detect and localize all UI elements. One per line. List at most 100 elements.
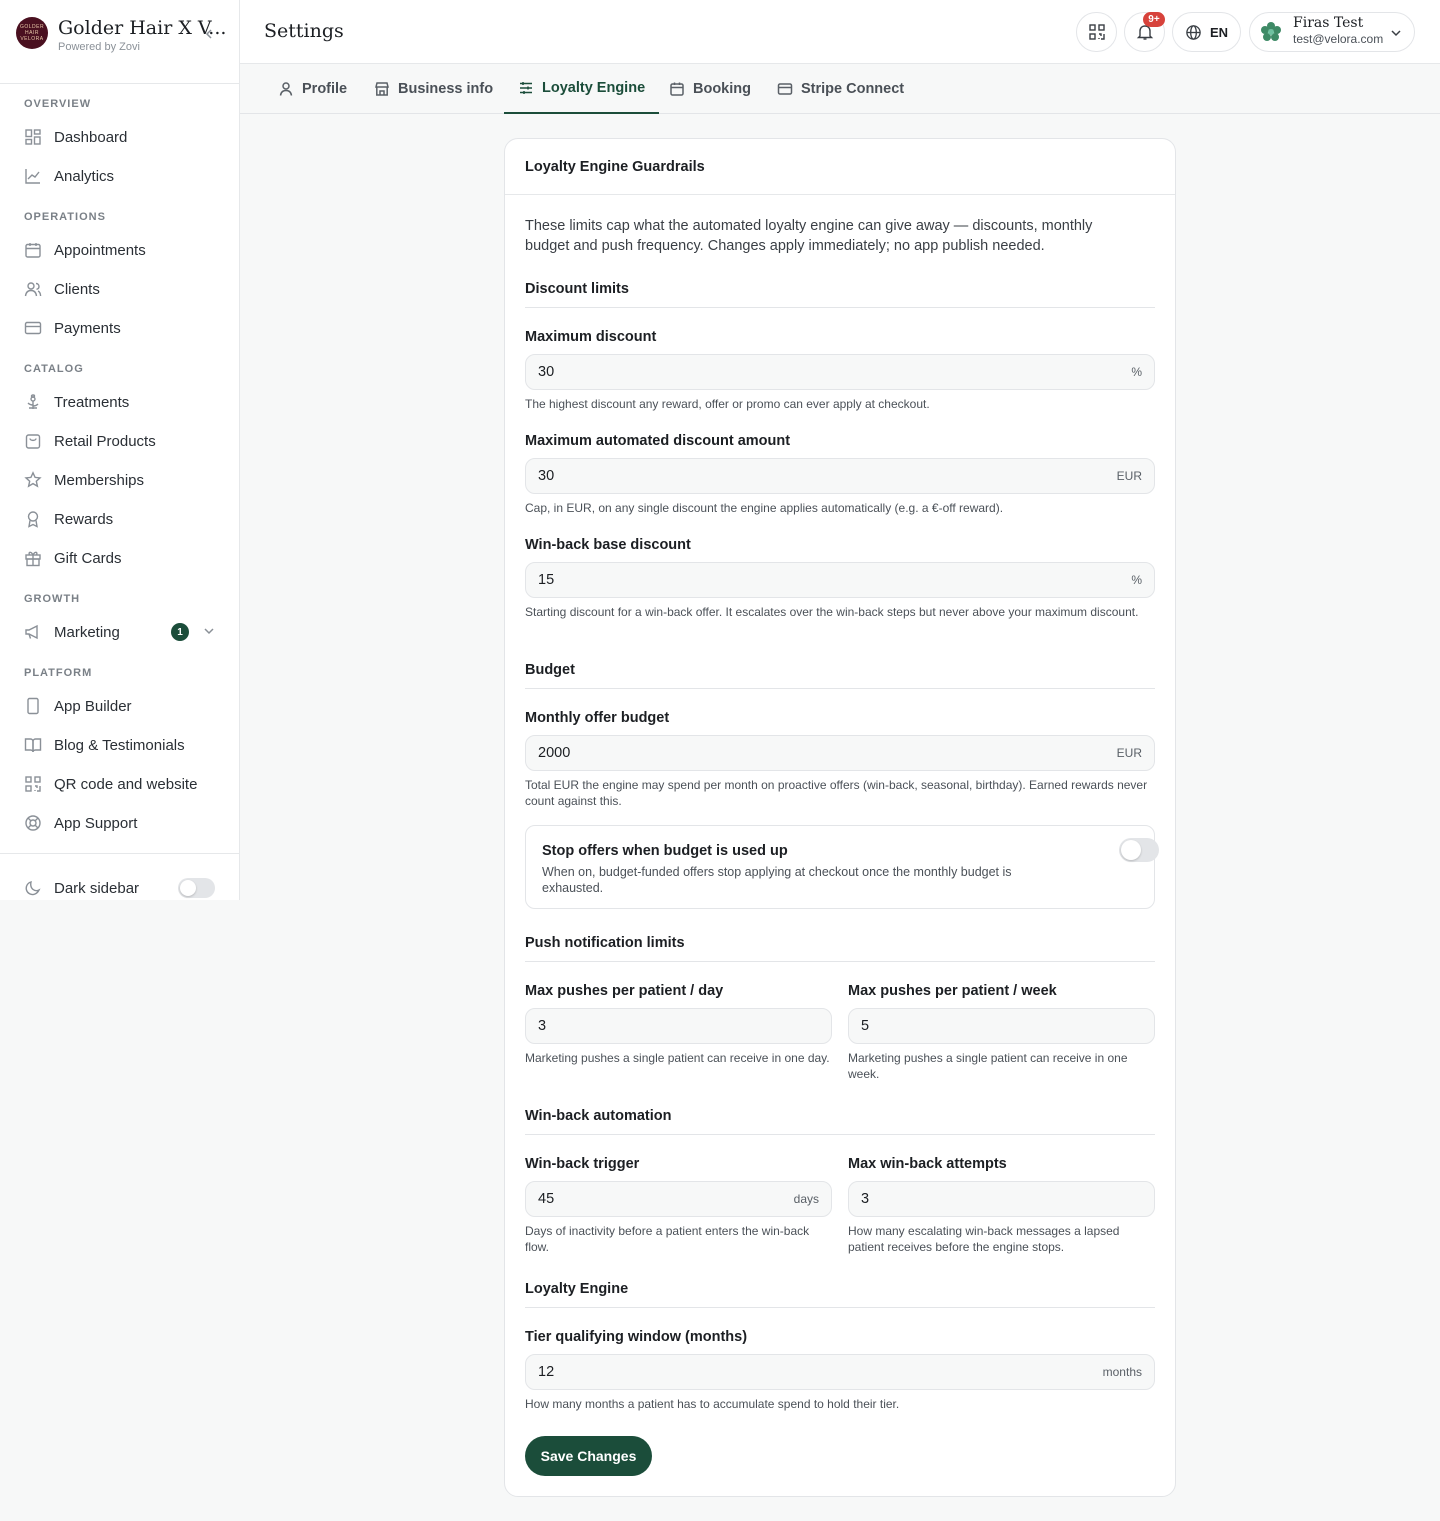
months-suffix: months [1102,1365,1142,1379]
tab-business-info[interactable]: Business info [374,64,493,114]
language-button[interactable]: EN [1172,12,1241,52]
page-title: Settings [264,20,344,42]
stop-offers-toggle[interactable] [1119,838,1159,862]
book-open-icon [24,738,42,753]
section-divider [525,961,1155,962]
section-platform: PLATFORM [24,667,93,679]
user-icon [279,82,293,96]
sidebar-item-rewards[interactable]: Rewards [24,504,224,534]
sidebar-item-appointments[interactable]: Appointments [24,235,224,265]
sidebar-item-app-support[interactable]: App Support [24,808,224,838]
tab-loyalty-engine[interactable]: Loyalty Engine [504,64,660,114]
stop-offers-setting: Stop offers when budget is used up When … [525,825,1159,909]
sidebar-item-treatments[interactable]: Treatments [24,387,224,417]
stop-offers-help: When on, budget-funded offers stop apply… [542,865,1012,895]
sidebar-item-gift-cards[interactable]: Gift Cards [24,543,224,573]
chevron-down-icon [1391,30,1401,37]
pushes-per-day-help: Marketing pushes a single patient can re… [525,1051,830,1065]
user-email: test@velora.com [1293,32,1384,46]
percent-suffix: % [1131,573,1142,587]
monthly-budget-label: Monthly offer budget [525,710,670,726]
shopping-bag-icon [25,434,41,449]
percent-suffix: % [1131,365,1142,379]
tab-stripe-connect[interactable]: Stripe Connect [777,64,904,114]
notification-count-badge: 9+ [1143,12,1165,27]
brand-subtitle: Powered by Zovi [58,41,140,53]
sidebar-item-memberships[interactable]: Memberships [24,465,224,495]
section-divider [525,688,1155,689]
sidebar-divider [0,853,239,854]
tier-window-help: How many months a patient has to accumul… [525,1397,900,1411]
pushes-per-week-input[interactable]: 5 [848,1008,1155,1044]
dark-sidebar-toggle[interactable] [178,878,215,898]
eur-suffix: EUR [1116,746,1142,760]
max-auto-discount-input[interactable]: 30 EUR [525,458,1155,494]
avatar [1261,22,1281,41]
sidebar-item-marketing[interactable]: Marketing [24,617,224,647]
pushes-per-week-label: Max pushes per patient / week [848,983,1057,999]
max-auto-discount-label: Maximum automated discount amount [525,433,791,449]
smartphone-icon [27,697,39,715]
flower-icon [27,394,39,409]
winback-trigger-help: Days of inactivity before a patient ente… [525,1224,810,1254]
credit-card-icon [24,321,42,335]
eur-suffix: EUR [1116,469,1142,483]
qr-code-button[interactable] [1076,12,1117,52]
settings-tabs: Profile Business info Loyalty Engine Boo… [240,64,1440,114]
chevron-down-icon[interactable] [203,626,215,636]
sidebar-item-dashboard[interactable]: Dashboard [24,122,224,152]
winback-attempts-input[interactable]: 3 [848,1181,1155,1217]
section-overview: OVERVIEW [24,98,92,110]
monthly-budget-input[interactable]: 2000 EUR [525,735,1155,771]
max-discount-label: Maximum discount [525,329,657,345]
stop-offers-label: Stop offers when budget is used up [542,843,788,859]
collapse-sidebar-icon[interactable] [202,25,216,43]
max-auto-discount-help: Cap, in EUR, on any single discount the … [525,501,1004,515]
marketing-count-badge: 1 [171,623,189,641]
winback-trigger-input[interactable]: 45 days [525,1181,832,1217]
sidebar: GOLDER HAIR VELORA Golder Hair X V... Po… [0,0,240,900]
top-header: Settings 9+ EN Firas Test test@velora.co… [240,0,1440,64]
section-divider [525,307,1155,308]
winback-base-input[interactable]: 15 % [525,562,1155,598]
pushes-per-day-label: Max pushes per patient / day [525,983,724,999]
winback-base-help: Starting discount for a win-back offer. … [525,605,1139,619]
users-icon [24,282,42,297]
megaphone-icon [25,624,38,640]
section-discount-limits: Discount limits [525,281,629,297]
life-buoy-icon [25,815,41,831]
credit-card-icon [777,83,793,95]
section-loyalty-engine: Loyalty Engine [525,1281,629,1297]
days-suffix: days [793,1192,819,1206]
sidebar-item-qr-code[interactable]: QR code and website [24,769,224,799]
tab-booking[interactable]: Booking [669,64,751,114]
qr-code-icon [25,776,41,792]
pushes-per-week-help: Marketing pushes a single patient can re… [848,1051,1128,1081]
store-icon [375,82,389,96]
tier-window-input[interactable]: 12 months [525,1354,1155,1390]
brand-logo: GOLDER HAIR VELORA [16,17,48,49]
tier-window-label: Tier qualifying window (months) [525,1329,748,1345]
brand-header: GOLDER HAIR VELORA Golder Hair X V... Po… [0,0,239,84]
sidebar-item-clients[interactable]: Clients [24,274,224,304]
pushes-per-day-input[interactable]: 3 [525,1008,832,1044]
section-budget: Budget [525,662,575,678]
section-operations: OPERATIONS [24,211,106,223]
moon-icon [25,881,41,896]
section-catalog: CATALOG [24,363,84,375]
card-intro: These limits cap what the automated loya… [525,218,1093,254]
sidebar-item-retail-products[interactable]: Retail Products [24,426,224,456]
tab-profile[interactable]: Profile [278,64,347,114]
calendar-icon [25,243,41,258]
sidebar-item-payments[interactable]: Payments [24,313,224,343]
winback-attempts-label: Max win-back attempts [848,1156,1007,1172]
sidebar-item-app-builder[interactable]: App Builder [24,691,224,721]
save-changes-button[interactable]: Save Changes [525,1436,652,1476]
max-discount-input[interactable]: 30 % [525,354,1155,390]
max-discount-help: The highest discount any reward, offer o… [525,397,930,411]
user-name: Firas Test [1293,15,1364,31]
sidebar-item-analytics[interactable]: Analytics [24,161,224,191]
gift-icon [25,551,41,567]
sidebar-item-blog[interactable]: Blog & Testimonials [24,730,224,760]
section-divider [525,1307,1155,1308]
